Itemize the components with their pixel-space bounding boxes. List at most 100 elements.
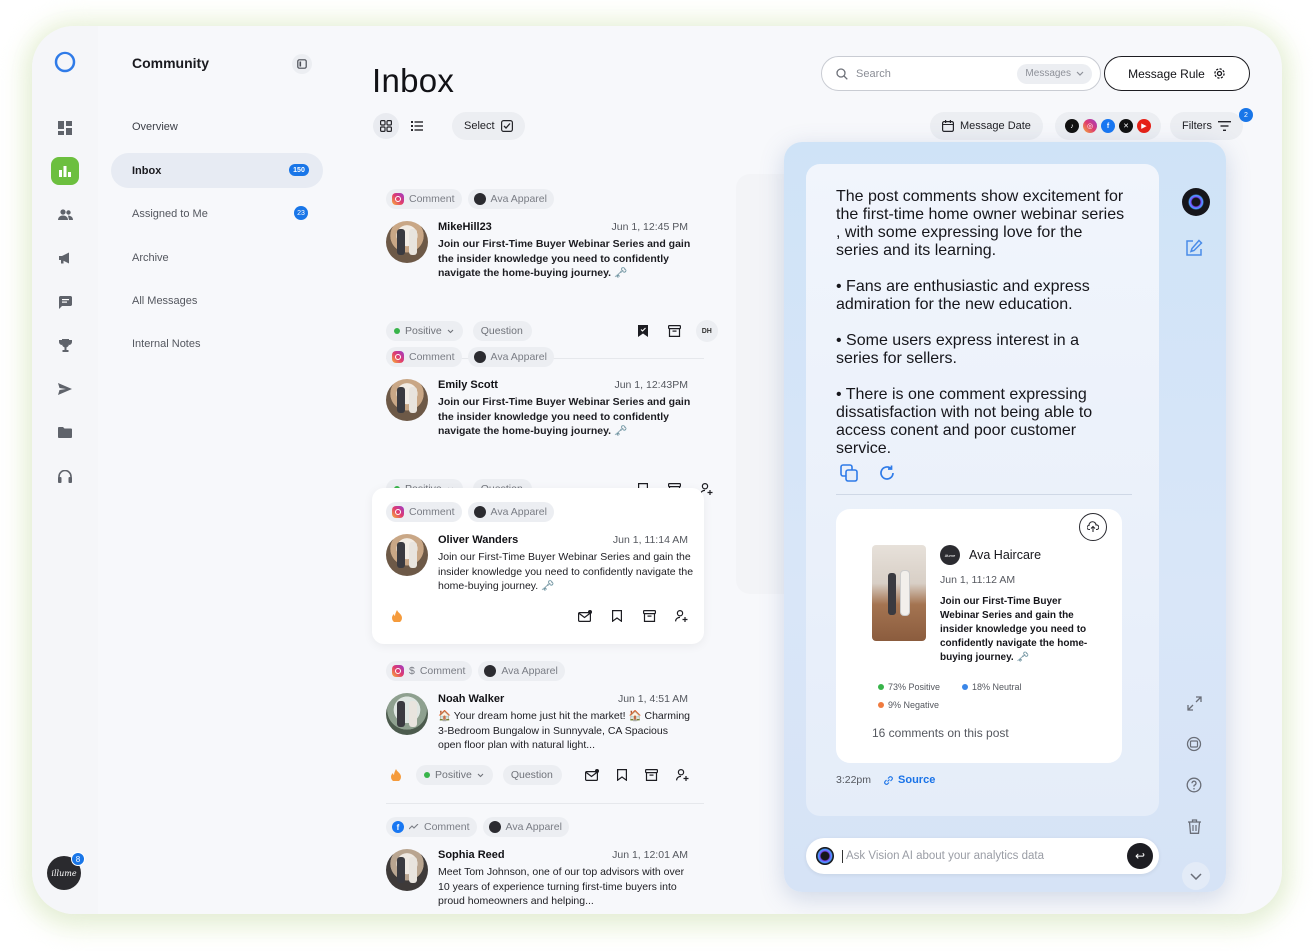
sidebar-item-assigned[interactable]: Assigned to Me 23 <box>111 196 323 231</box>
megaphone-icon[interactable] <box>51 244 79 272</box>
calendar-icon <box>942 120 954 132</box>
avatar <box>386 693 428 735</box>
message-author: Emily Scott <box>438 379 498 391</box>
comment-count: 16 comments on this post <box>872 726 1009 740</box>
folder-icon[interactable] <box>51 418 79 446</box>
filters-button[interactable]: Filters <box>1170 112 1243 140</box>
send-icon[interactable] <box>51 375 79 403</box>
vision-ai-icon <box>816 847 834 865</box>
ai-summary-text: The post comments show excitement for th… <box>836 188 1125 457</box>
post-brand: Ava Haircare <box>969 548 1042 562</box>
assignee-avatar[interactable]: DH <box>695 320 718 342</box>
sentiment-select[interactable]: Positive <box>386 321 463 341</box>
archive-icon[interactable] <box>664 320 686 342</box>
unread-mail-icon[interactable] <box>582 764 602 786</box>
message-author: MikeHill23 <box>438 221 492 233</box>
youtube-icon: ▶ <box>1137 119 1151 133</box>
sidebar-item-inbox[interactable]: Inbox 150 <box>111 153 323 188</box>
help-icon[interactable] <box>1182 773 1206 797</box>
collapse-sidebar-icon[interactable] <box>292 54 312 74</box>
category-tag[interactable]: Question <box>472 321 532 341</box>
users-icon[interactable] <box>51 201 79 229</box>
archive-icon[interactable] <box>642 764 662 786</box>
list-view-icon[interactable] <box>404 113 430 139</box>
chevron-down-icon <box>1076 71 1084 76</box>
app-logo-icon[interactable] <box>53 50 77 74</box>
vision-ai-logo-icon[interactable] <box>1182 188 1210 216</box>
sidebar-item-internal-notes[interactable]: Internal Notes <box>111 326 323 361</box>
message-text: Join our First-Time Buyer Webinar Series… <box>438 396 691 437</box>
message-author: Noah Walker <box>438 693 505 705</box>
sidebar-item-overview[interactable]: Overview <box>111 109 323 144</box>
positive-stat: 73% Positive <box>878 682 940 692</box>
list-item-selected[interactable]: Comment Ava Apparel Oliver Wanders Jun 1… <box>372 488 704 644</box>
search-scope-select[interactable]: Messages <box>1017 63 1092 84</box>
neutral-dot-icon <box>962 684 968 690</box>
app-window: illume 8 Community Overview Inbox 150 As… <box>32 26 1282 914</box>
bookmark-icon[interactable] <box>612 764 632 786</box>
send-icon[interactable]: ↩ <box>1127 843 1153 869</box>
sidebar-title: Community <box>132 55 209 71</box>
ask-ai-input[interactable]: Ask Vision AI about your analytics data … <box>806 838 1159 874</box>
trash-icon[interactable] <box>1182 814 1206 838</box>
message-date: Jun 1, 12:01 AM <box>612 849 688 861</box>
assigned-count-badge: 23 <box>294 206 308 220</box>
unread-mail-icon[interactable] <box>574 605 596 627</box>
assign-user-icon[interactable] <box>670 605 692 627</box>
assign-user-icon[interactable] <box>672 764 692 786</box>
bookmark-filled-icon[interactable] <box>632 320 654 342</box>
message-author: Oliver Wanders <box>438 534 519 546</box>
filter-icon <box>1217 121 1231 131</box>
sidebar-item-all-messages[interactable]: All Messages <box>111 283 323 318</box>
history-icon[interactable] <box>1182 732 1206 756</box>
brand-logo: illume <box>940 545 960 565</box>
avatar <box>386 379 428 421</box>
sidebar: Community Overview Inbox 150 Assigned to… <box>98 26 338 914</box>
trophy-icon[interactable] <box>51 331 79 359</box>
analytics-icon[interactable] <box>51 157 79 185</box>
neutral-stat: 18% Neutral <box>962 682 1022 692</box>
copy-icon[interactable] <box>840 464 858 487</box>
list-item[interactable]: $ Comment Ava Apparel Noah Walker Jun 1, … <box>372 661 704 816</box>
archive-icon[interactable] <box>638 605 660 627</box>
bookmark-icon[interactable] <box>606 605 628 627</box>
sentiment-select[interactable]: Positive <box>416 765 493 785</box>
regenerate-icon[interactable] <box>878 464 896 487</box>
expand-icon[interactable] <box>1182 691 1206 715</box>
positive-dot-icon <box>424 772 431 778</box>
priority-fire-icon <box>386 764 406 786</box>
post-date: Jun 1, 11:12 AM <box>940 574 1016 586</box>
icon-rail: illume 8 <box>32 26 98 914</box>
comment-tag: $ Comment <box>386 661 473 681</box>
instagram-icon <box>392 193 404 205</box>
platform-filter[interactable]: ♪ ◎ f ✕ ▶ <box>1055 112 1161 140</box>
post-preview-card[interactable]: illume Ava Haircare Jun 1, 11:12 AM Join… <box>836 509 1122 763</box>
x-icon: ✕ <box>1119 119 1133 133</box>
post-text: Join our First-Time Buyer Webinar Series… <box>940 596 1088 663</box>
message-date: Jun 1, 4:51 AM <box>617 693 688 705</box>
source-link[interactable]: Source <box>883 774 935 786</box>
headset-icon[interactable] <box>51 462 79 490</box>
dashboard-icon[interactable] <box>51 114 79 142</box>
chat-icon[interactable] <box>51 288 79 316</box>
upload-icon[interactable] <box>1079 513 1107 541</box>
message-rule-button[interactable]: Message Rule <box>1104 56 1250 91</box>
list-item[interactable]: Comment Ava Apparel Emily Scott Jun 1, 1… <box>372 347 713 502</box>
list-item[interactable]: f Comment Ava Apparel Sophia Reed Jun 1, … <box>372 817 704 914</box>
message-date-button[interactable]: Message Date <box>930 112 1043 140</box>
chevron-down-icon[interactable] <box>1182 862 1210 890</box>
brand-logo-icon <box>484 665 497 677</box>
grid-view-icon[interactable] <box>373 113 399 139</box>
search-input[interactable]: Search Messages <box>821 56 1101 91</box>
notification-badge: 8 <box>71 852 85 866</box>
sidebar-item-archive[interactable]: Archive <box>111 240 323 275</box>
chevron-down-icon <box>477 773 484 777</box>
brand-tag: Ava Apparel <box>467 502 554 522</box>
select-button[interactable]: Select <box>452 112 525 140</box>
list-item[interactable]: Comment Ava Apparel MikeHill23 Jun 1, 12… <box>372 189 718 359</box>
message-text: 🏠 Your dream home just hit the market! 🏠… <box>438 710 691 751</box>
positive-dot-icon <box>878 684 884 690</box>
edit-icon[interactable] <box>1182 236 1206 260</box>
gear-icon <box>1214 68 1225 79</box>
category-tag[interactable]: Question <box>502 765 562 785</box>
